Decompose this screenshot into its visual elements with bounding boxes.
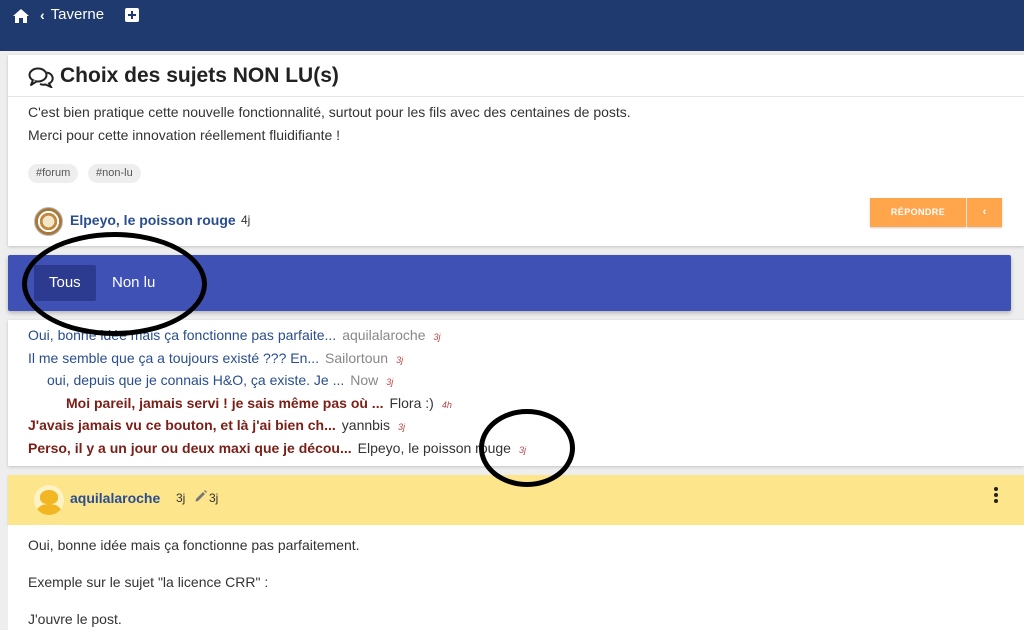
page-title: Choix des sujets NON LU(s) <box>60 64 339 87</box>
back-link[interactable]: ‹ Taverne <box>40 6 104 23</box>
topic-title-row: Choix des sujets NON LU(s) <box>8 55 1024 97</box>
filter-bar: Tous Non lu <box>8 255 1011 311</box>
thread-user: Sailortoun <box>325 350 389 366</box>
thread-time: 3j <box>433 332 441 342</box>
top-nav-bar: ‹ Taverne <box>0 0 1024 51</box>
thread-user: Now <box>350 372 379 388</box>
thread-subject[interactable]: Moi pareil, jamais servi ! je sais même … <box>66 395 383 411</box>
thread-subject[interactable]: Oui, bonne idée mais ça fonctionne pas p… <box>28 327 336 343</box>
message-author[interactable]: aquilalaroche <box>70 490 160 506</box>
avatar[interactable] <box>34 207 63 236</box>
reply-button[interactable]: RÉPONDRE <box>870 198 966 227</box>
list-item[interactable]: Perso, il y a un jour ou deux maxi que j… <box>28 440 526 456</box>
thread-time: 3j <box>396 355 404 365</box>
home-icon[interactable] <box>12 8 30 24</box>
topic-body-line-2: Merci pour cette innovation réellement f… <box>28 127 341 143</box>
chevron-left-icon: ‹ <box>40 6 45 23</box>
author-name[interactable]: Elpeyo, le poisson rouge <box>70 212 236 228</box>
topic-card: Choix des sujets NON LU(s) C'est bien pr… <box>8 55 1024 246</box>
pencil-icon <box>195 490 207 502</box>
tab-tous[interactable]: Tous <box>34 265 96 301</box>
list-item[interactable]: oui, depuis que je connais H&O, ça exist… <box>47 372 393 388</box>
tab-non-lu[interactable]: Non lu <box>97 265 170 301</box>
message-body: Oui, bonne idée mais ça fonctionne pas p… <box>8 525 1024 630</box>
vertical-dots-icon[interactable] <box>991 486 1001 504</box>
plus-square-icon[interactable] <box>125 8 139 22</box>
avatar[interactable] <box>34 485 64 515</box>
tag-forum[interactable]: #forum <box>28 164 79 183</box>
message-edited-time: 3j <box>209 491 219 505</box>
thread-subject[interactable]: Il me semble que ça a toujours existé ??… <box>28 350 319 366</box>
thread-user: aquilalaroche <box>342 327 426 343</box>
message-header: aquilalaroche 3j 3j <box>8 475 1024 525</box>
thread-user: Elpeyo, le poisson rouge <box>357 440 511 456</box>
back-link-label: Taverne <box>50 6 105 23</box>
topic-body-line-1: C'est bien pratique cette nouvelle fonct… <box>28 104 631 120</box>
thread-subject[interactable]: oui, depuis que je connais H&O, ça exist… <box>47 372 344 388</box>
message-line-2: Exemple sur le sujet "la licence CRR" : <box>28 574 269 590</box>
thread-subject[interactable]: Perso, il y a un jour ou deux maxi que j… <box>28 440 352 456</box>
list-item[interactable]: Oui, bonne idée mais ça fonctionne pas p… <box>28 327 441 343</box>
list-item[interactable]: Il me semble que ça a toujours existé ??… <box>28 350 403 366</box>
message-time: 3j <box>176 491 186 505</box>
thread-time: 3j <box>398 422 406 432</box>
thread-subject[interactable]: J'avais jamais vu ce bouton, et là j'ai … <box>28 417 336 433</box>
comments-icon <box>28 67 54 88</box>
thread-user: Flora :) <box>389 395 434 411</box>
list-item[interactable]: Moi pareil, jamais servi ! je sais même … <box>66 395 452 411</box>
thread-time: 3j <box>518 445 526 455</box>
reply-options-button[interactable]: ‹ <box>967 198 1002 227</box>
thread-time: 3j <box>386 377 394 387</box>
thread-tree: Oui, bonne idée mais ça fonctionne pas p… <box>8 320 1024 466</box>
thread-user: yannbis <box>341 417 391 433</box>
thread-time: 4h <box>441 400 452 410</box>
message-line-1: Oui, bonne idée mais ça fonctionne pas p… <box>28 537 360 553</box>
message-line-3: J'ouvre le post. <box>28 611 122 627</box>
list-item[interactable]: J'avais jamais vu ce bouton, et là j'ai … <box>28 417 405 433</box>
tag-non-lu[interactable]: #non-lu <box>88 164 141 183</box>
post-time: 4j <box>241 213 251 227</box>
